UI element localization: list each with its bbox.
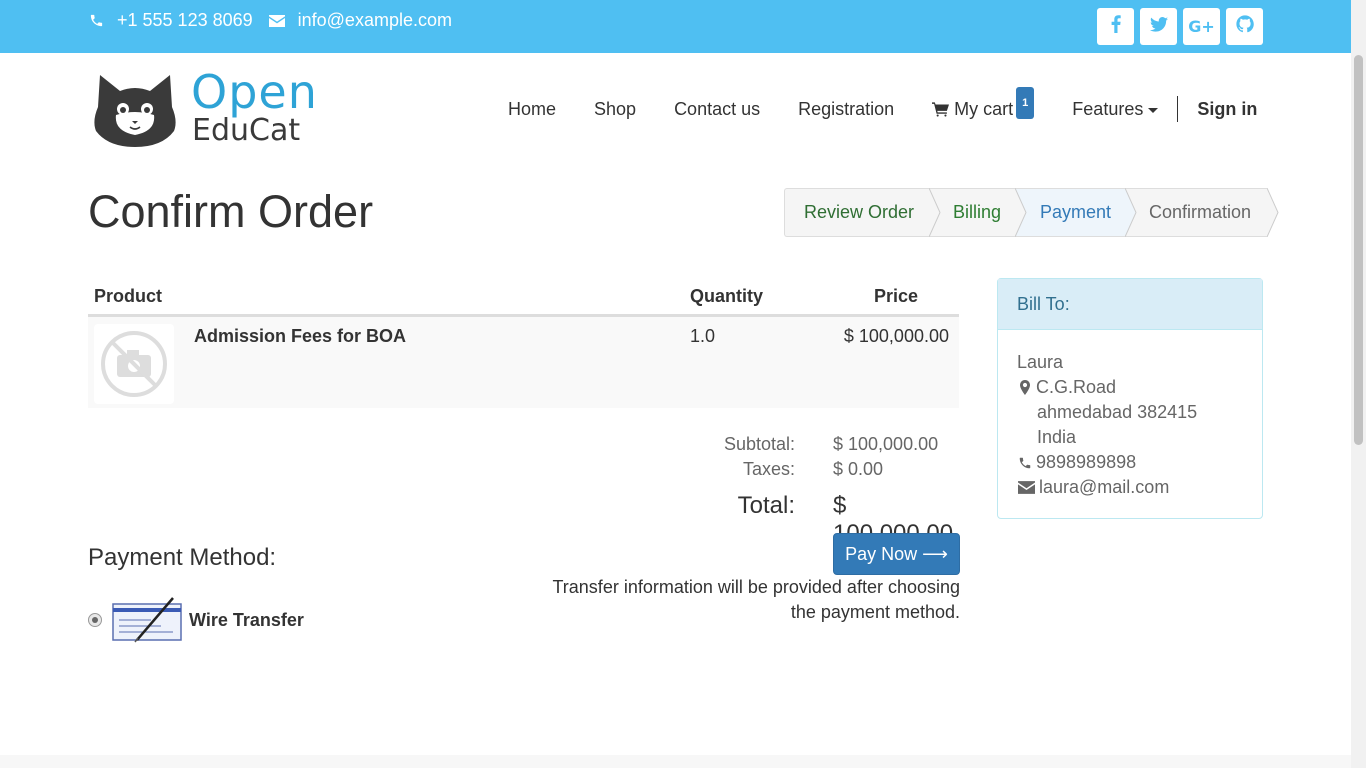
nav-home[interactable]: Home <box>489 95 575 123</box>
step-payment[interactable]: Payment <box>1015 188 1137 237</box>
features-label: Features <box>1072 99 1144 119</box>
no-image-camera-icon <box>101 331 167 397</box>
envelope-icon <box>268 12 285 30</box>
map-marker-icon <box>1017 380 1032 395</box>
subtotal-row: Subtotal: $ 100,000.00 <box>640 434 970 459</box>
taxes-value: $ 0.00 <box>833 459 884 479</box>
payment-method-title: Payment Method: <box>88 544 277 571</box>
radio-dot <box>92 617 98 623</box>
table-header: Product Quantity Price <box>88 280 959 316</box>
step-separator <box>1015 188 1027 237</box>
facebook-button[interactable] <box>1097 8 1134 45</box>
step-separator <box>1125 188 1137 237</box>
cheque-icon <box>112 597 182 643</box>
top-bar: +1 555 123 8069 info@example.com G+ <box>0 0 1351 53</box>
wire-transfer-radio[interactable] <box>88 613 102 627</box>
product-price: $ 100,000.00 <box>843 326 949 346</box>
wire-transfer-label: Wire Transfer <box>189 609 304 630</box>
payment-option-wire-transfer[interactable]: Wire Transfer <box>88 596 304 644</box>
phone-icon <box>88 12 104 30</box>
bill-to-title: Bill To: <box>998 279 1262 330</box>
bill-to-panel: Bill To: Laura C.G.Road ahmedabad 382415… <box>997 278 1263 519</box>
cat-mascot-icon <box>94 75 176 147</box>
billing-city: ahmedabad 382415 <box>1037 402 1198 422</box>
step-label: Billing <box>953 202 1002 222</box>
product-name[interactable]: Admission Fees for BOA <box>194 326 406 347</box>
nav-registration[interactable]: Registration <box>779 95 913 123</box>
google-plus-icon: G+ <box>1188 17 1215 36</box>
shopping-cart-icon <box>932 101 950 117</box>
subtotal-value: $ 100,000.00 <box>833 434 939 454</box>
billing-street: C.G.Road <box>1036 377 1117 397</box>
envelope-icon <box>1017 481 1035 494</box>
contact-info: +1 555 123 8069 info@example.com <box>88 10 468 31</box>
facebook-icon <box>1111 15 1121 38</box>
logo-text-educat: EduCat <box>192 113 301 148</box>
product-quantity: 1.0 <box>690 326 716 346</box>
step-label: Review Order <box>804 202 915 222</box>
main-nav: Home Shop Contact us Registration My car… <box>489 87 1257 125</box>
social-links: G+ <box>1097 8 1263 45</box>
subtotal-label: Subtotal: <box>723 434 795 454</box>
header-quantity: Quantity <box>690 286 764 306</box>
billing-name: Laura <box>1017 352 1064 372</box>
billing-phone-line: 9898989898 <box>1017 450 1243 475</box>
pay-now-button[interactable]: Pay Now ⟶ <box>833 533 960 575</box>
total-row: Total: $ 100,000.00 <box>640 492 970 547</box>
cart-count-badge: 1 <box>1016 87 1035 119</box>
google-plus-button[interactable]: G+ <box>1183 8 1220 45</box>
footer-strip <box>0 755 1351 768</box>
bill-to-body: Laura C.G.Road ahmedabad 382415 India 98… <box>998 330 1262 520</box>
billing-email-line: laura@mail.com <box>1017 475 1243 500</box>
scrollbar-thumb[interactable] <box>1354 55 1363 445</box>
billing-email: laura@mail.com <box>1039 477 1170 497</box>
github-icon <box>1235 15 1254 38</box>
step-review-order[interactable]: Review Order <box>785 188 941 237</box>
order-totals: Subtotal: $ 100,000.00 Taxes: $ 0.00 Tot… <box>640 434 970 547</box>
step-label: Payment <box>1040 202 1112 222</box>
nav-contact[interactable]: Contact us <box>655 95 779 123</box>
step-label: Confirmation <box>1149 202 1252 222</box>
billing-street-line: C.G.Road <box>1017 375 1243 400</box>
transfer-note: Transfer information will be provided af… <box>552 577 960 622</box>
order-table: Product Quantity Price Admission Fees fo… <box>88 280 959 408</box>
checkout-wizard: Review Order Billing Payment Confirmatio… <box>784 188 1279 237</box>
billing-country: India <box>1037 427 1077 447</box>
header-product: Product <box>94 286 163 306</box>
billing-phone: 9898989898 <box>1036 452 1137 472</box>
nav-shop[interactable]: Shop <box>575 95 655 123</box>
email-link[interactable]: info@example.com <box>298 10 452 31</box>
logo-text-open: Open <box>191 65 318 119</box>
page-title: Confirm Order <box>88 186 374 237</box>
step-separator <box>929 188 941 237</box>
nav-features[interactable]: Features <box>1053 95 1177 123</box>
phone-number: +1 555 123 8069 <box>117 10 253 30</box>
logo[interactable]: Open EduCat <box>88 65 318 149</box>
page-scrollbar[interactable] <box>1351 0 1366 768</box>
taxes-row: Taxes: $ 0.00 <box>640 459 970 484</box>
step-confirmation: Confirmation <box>1125 188 1279 237</box>
header-price: Price <box>874 286 919 306</box>
github-button[interactable] <box>1226 8 1263 45</box>
step-billing[interactable]: Billing <box>929 188 1027 237</box>
table-row: Admission Fees for BOA 1.0 $ 100,000.00 <box>88 316 959 408</box>
twitter-button[interactable] <box>1140 8 1177 45</box>
caret-down-icon <box>1148 107 1159 113</box>
total-label: Total: <box>737 492 795 519</box>
taxes-label: Taxes: <box>742 459 795 479</box>
twitter-icon <box>1149 16 1168 37</box>
phone-icon <box>1017 456 1032 470</box>
sign-in-link[interactable]: Sign in <box>1178 95 1257 123</box>
step-separator <box>1267 188 1279 237</box>
nav-cart[interactable]: My cart 1 <box>913 87 1053 125</box>
product-image <box>94 324 174 404</box>
cart-label: My cart <box>954 99 1014 119</box>
